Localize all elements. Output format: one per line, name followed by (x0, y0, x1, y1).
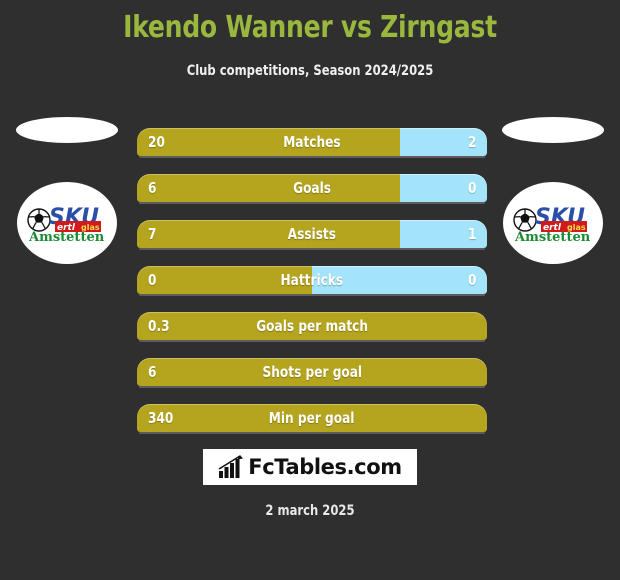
stat-bar-underline (139, 340, 485, 342)
stat-label: Shots per goal (137, 358, 487, 386)
stat-row: 0 0 Hattricks (137, 266, 487, 296)
stat-bar-underline (139, 156, 485, 158)
club-logo-right: SKU ertl glas Amstetten (503, 182, 603, 264)
stat-bar-underline (139, 248, 485, 250)
stats-bar-list: 20 2 Matches 6 0 Goals 7 1 Assists 0 0 Hattricks 0.3… (137, 128, 487, 450)
club-logo-left: SKU ertl glas Amstetten (17, 182, 117, 264)
stat-bar-underline (139, 294, 485, 296)
stat-label-text: Hattricks (280, 271, 344, 289)
stat-bar-underline (139, 432, 485, 434)
fctables-brand[interactable]: FcTables.com (203, 449, 417, 485)
sku-amstetten-logo-icon: SKU ertl glas Amstetten (27, 205, 105, 245)
stat-label: Goals (137, 174, 487, 202)
stat-row: 340 Min per goal (137, 404, 487, 434)
stat-label-text: Matches (283, 133, 341, 151)
stat-label-text: Assists (287, 225, 337, 243)
stat-bar-underline (139, 386, 485, 388)
stat-row: 0.3 Goals per match (137, 312, 487, 342)
stat-row: 6 Shots per goal (137, 358, 487, 388)
stat-label: Matches (137, 128, 487, 156)
stat-label-text: Goals per match (256, 317, 368, 335)
player-photo-left (16, 117, 118, 143)
stat-label: Hattricks (137, 266, 487, 294)
stat-row: 7 1 Assists (137, 220, 487, 250)
stat-label-text: Goals (293, 179, 331, 197)
bar-chart-icon (218, 455, 244, 478)
page-subtitle: Club competitions, Season 2024/2025 (186, 63, 434, 79)
stat-bar-underline (139, 202, 485, 204)
stat-row: 6 0 Goals (137, 174, 487, 204)
sku-amstetten-logo-icon: SKU ertl glas Amstetten (513, 205, 591, 245)
stat-row: 20 2 Matches (137, 128, 487, 158)
date-label: 2 march 2025 (265, 503, 355, 519)
stat-label-text: Min per goal (269, 409, 355, 427)
stat-label-text: Shots per goal (262, 363, 362, 381)
brand-label: FcTables.com (248, 455, 402, 479)
stat-label: Assists (137, 220, 487, 248)
stat-label: Min per goal (137, 404, 487, 432)
page-title: Ikendo Wanner vs Zirngast (123, 10, 497, 45)
svg-text:Amstetten: Amstetten (514, 230, 591, 245)
stat-comparison-card: Ikendo Wanner vs Zirngast Club competiti… (0, 0, 620, 580)
svg-text:Amstetten: Amstetten (28, 230, 105, 245)
player-photo-right (502, 117, 604, 143)
stat-label: Goals per match (137, 312, 487, 340)
